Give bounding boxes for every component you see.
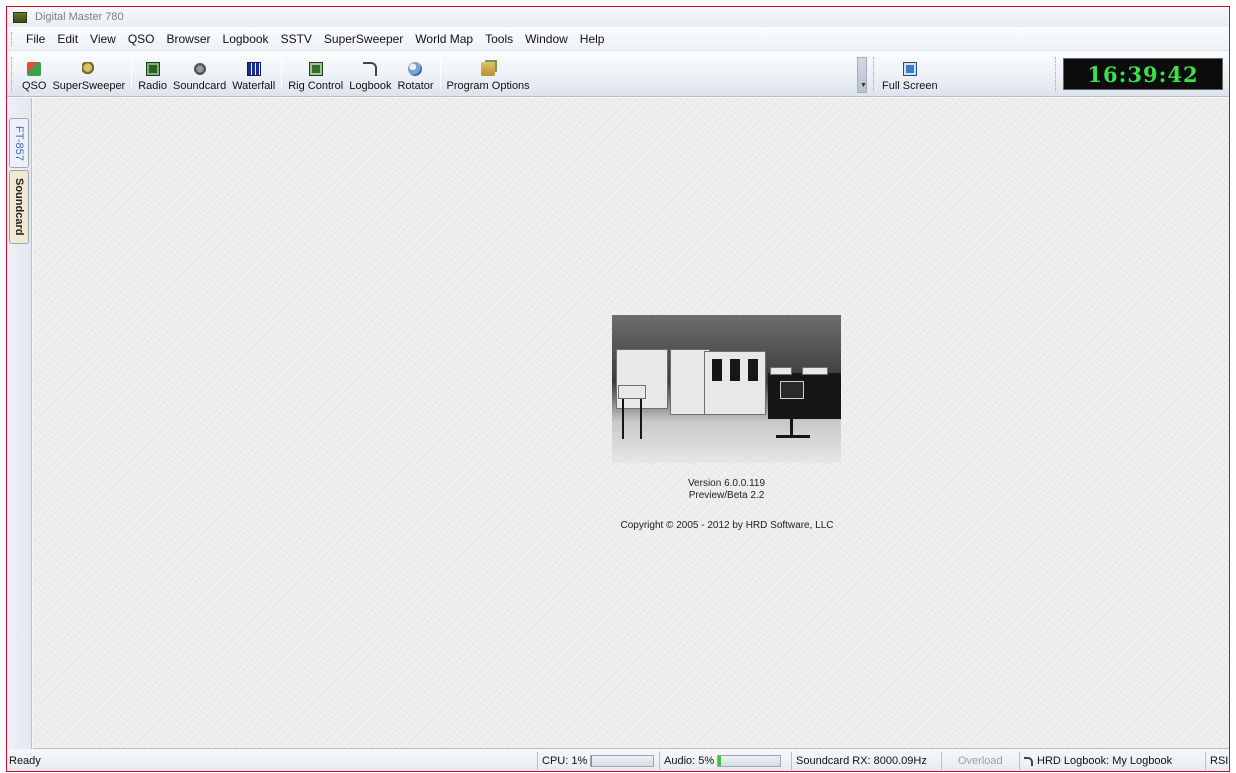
main-toolbar: QSO SuperSweeper Radio Soundcard Waterfa… — [7, 51, 1229, 97]
title-bar: Digital Master 780 — [7, 7, 1229, 27]
radio-button-label: Radio — [138, 80, 167, 92]
side-tab-strip: FT-857 Soundcard — [7, 98, 32, 749]
waterfall-button-label: Waterfall — [232, 80, 276, 92]
menu-tools[interactable]: Tools — [479, 32, 519, 46]
toolbar-grip[interactable] — [873, 57, 876, 91]
clock-panel: 16:39:42 — [1063, 58, 1223, 90]
build-label: Preview/Beta 2.2 — [688, 490, 765, 501]
side-tab-soundcard[interactable]: Soundcard — [9, 170, 29, 244]
logbook-icon — [363, 62, 378, 76]
status-soundcard-rx: Soundcard RX: 8000.09Hz — [791, 752, 937, 770]
menu-logbook[interactable]: Logbook — [217, 32, 275, 46]
toolbar-main-group: QSO SuperSweeper Radio Soundcard Waterfa… — [19, 53, 533, 95]
menu-window[interactable]: Window — [519, 32, 574, 46]
soundcard-button-label: Soundcard — [172, 80, 227, 92]
soundcard-button[interactable]: Soundcard — [170, 53, 229, 95]
rig-control-icon — [308, 62, 323, 76]
logbook-label: HRD Logbook: My Logbook — [1037, 755, 1173, 767]
toolbar-separator — [281, 55, 283, 89]
main-workspace: Version 6.0.0.119 Preview/Beta 2.2 Copyr… — [33, 98, 1229, 749]
status-overload: Overload — [941, 752, 1017, 770]
menu-bar: File Edit View QSO Browser Logbook SSTV … — [7, 27, 1229, 51]
menu-view[interactable]: View — [84, 32, 122, 46]
splash-image-terminal — [780, 381, 804, 399]
menu-help[interactable]: Help — [574, 32, 611, 46]
rotator-button[interactable]: Rotator — [394, 53, 436, 95]
toolbar-grip[interactable] — [1055, 57, 1058, 91]
splash-image-desk — [618, 385, 646, 399]
toolbar-separator — [131, 55, 133, 89]
full-screen-icon — [902, 62, 917, 76]
status-ready: Ready — [9, 755, 41, 767]
toolbar-overflow-dropdown[interactable]: ▼ — [857, 57, 867, 93]
waterfall-button[interactable]: Waterfall — [229, 53, 278, 95]
menu-edit[interactable]: Edit — [51, 32, 84, 46]
qso-icon — [27, 62, 42, 76]
window-title: Digital Master 780 — [35, 11, 124, 23]
logbook-button-label: Logbook — [349, 80, 392, 92]
application-window: Digital Master 780 File Edit View QSO Br… — [6, 6, 1230, 772]
side-tab-ft857[interactable]: FT-857 — [9, 118, 29, 168]
program-options-icon — [481, 62, 496, 76]
splash-image-printer — [802, 367, 828, 375]
status-audio: Audio: 5% — [659, 752, 787, 770]
toolbar-separator — [439, 55, 441, 89]
rig-control-button-label: Rig Control — [288, 80, 344, 92]
logbook-icon — [1024, 756, 1033, 766]
menu-sstv[interactable]: SSTV — [275, 32, 318, 46]
audio-label: Audio: 5% — [664, 755, 715, 767]
splash-image-stand — [790, 411, 793, 437]
menu-browser[interactable]: Browser — [161, 32, 217, 46]
full-screen-button[interactable]: Full Screen — [879, 53, 941, 95]
chevron-down-icon: ▼ — [860, 82, 867, 89]
splash-image-printer — [770, 367, 792, 375]
supersweeper-icon — [81, 62, 96, 76]
cpu-meter — [590, 755, 655, 767]
radio-icon — [145, 62, 160, 76]
splash-image-panel — [730, 359, 740, 381]
version-info: Version 6.0.0.119 Preview/Beta 2.2 — [612, 478, 841, 502]
qso-button-label: QSO — [22, 80, 47, 92]
copyright-label: Copyright © 2005 - 2012 by HRD Software,… — [620, 520, 834, 531]
waterfall-icon — [246, 62, 261, 76]
toolbar-grip[interactable] — [11, 57, 14, 91]
program-options-button-label: Program Options — [446, 80, 530, 92]
menu-qso[interactable]: QSO — [122, 32, 161, 46]
splash-image-console — [768, 373, 841, 419]
status-cpu: CPU: 1% — [537, 752, 657, 770]
rotator-button-label: Rotator — [397, 80, 434, 92]
menu-supersweeper[interactable]: SuperSweeper — [318, 32, 409, 46]
status-bar: Ready CPU: 1% Audio: 5% Soundcard RX: 80… — [7, 750, 1229, 771]
cpu-label: CPU: 1% — [542, 755, 588, 767]
cpu-meter-fill — [591, 756, 593, 766]
version-label: Version 6.0.0.119 — [687, 478, 766, 489]
logbook-button[interactable]: Logbook — [346, 53, 394, 95]
app-icon — [13, 11, 27, 23]
splash-image-panel — [712, 359, 722, 381]
status-rsid[interactable]: RSID — [1205, 752, 1229, 770]
menu-world-map[interactable]: World Map — [409, 32, 479, 46]
toolbar-view-group: Full Screen — [879, 53, 941, 95]
status-logbook[interactable]: HRD Logbook: My Logbook — [1019, 752, 1203, 770]
menu-grip — [11, 31, 14, 46]
splash-image-panel — [748, 359, 758, 381]
radio-button[interactable]: Radio — [135, 53, 170, 95]
soundcard-icon — [192, 62, 207, 76]
menu-file[interactable]: File — [20, 32, 51, 46]
rig-control-button[interactable]: Rig Control — [285, 53, 346, 95]
rotator-icon — [408, 62, 423, 76]
supersweeper-button-label: SuperSweeper — [52, 80, 126, 92]
audio-meter-fill — [718, 756, 722, 766]
supersweeper-button[interactable]: SuperSweeper — [49, 53, 128, 95]
splash-image-desk-leg — [622, 399, 624, 439]
splash-image-desk-leg — [640, 399, 642, 439]
full-screen-button-label: Full Screen — [882, 80, 938, 92]
clock: 16:39:42 — [1087, 61, 1199, 87]
audio-meter — [717, 755, 782, 767]
qso-button[interactable]: QSO — [19, 53, 49, 95]
splash-image-stand — [776, 435, 810, 438]
program-options-button[interactable]: Program Options — [444, 53, 533, 95]
splash-image — [612, 315, 841, 463]
